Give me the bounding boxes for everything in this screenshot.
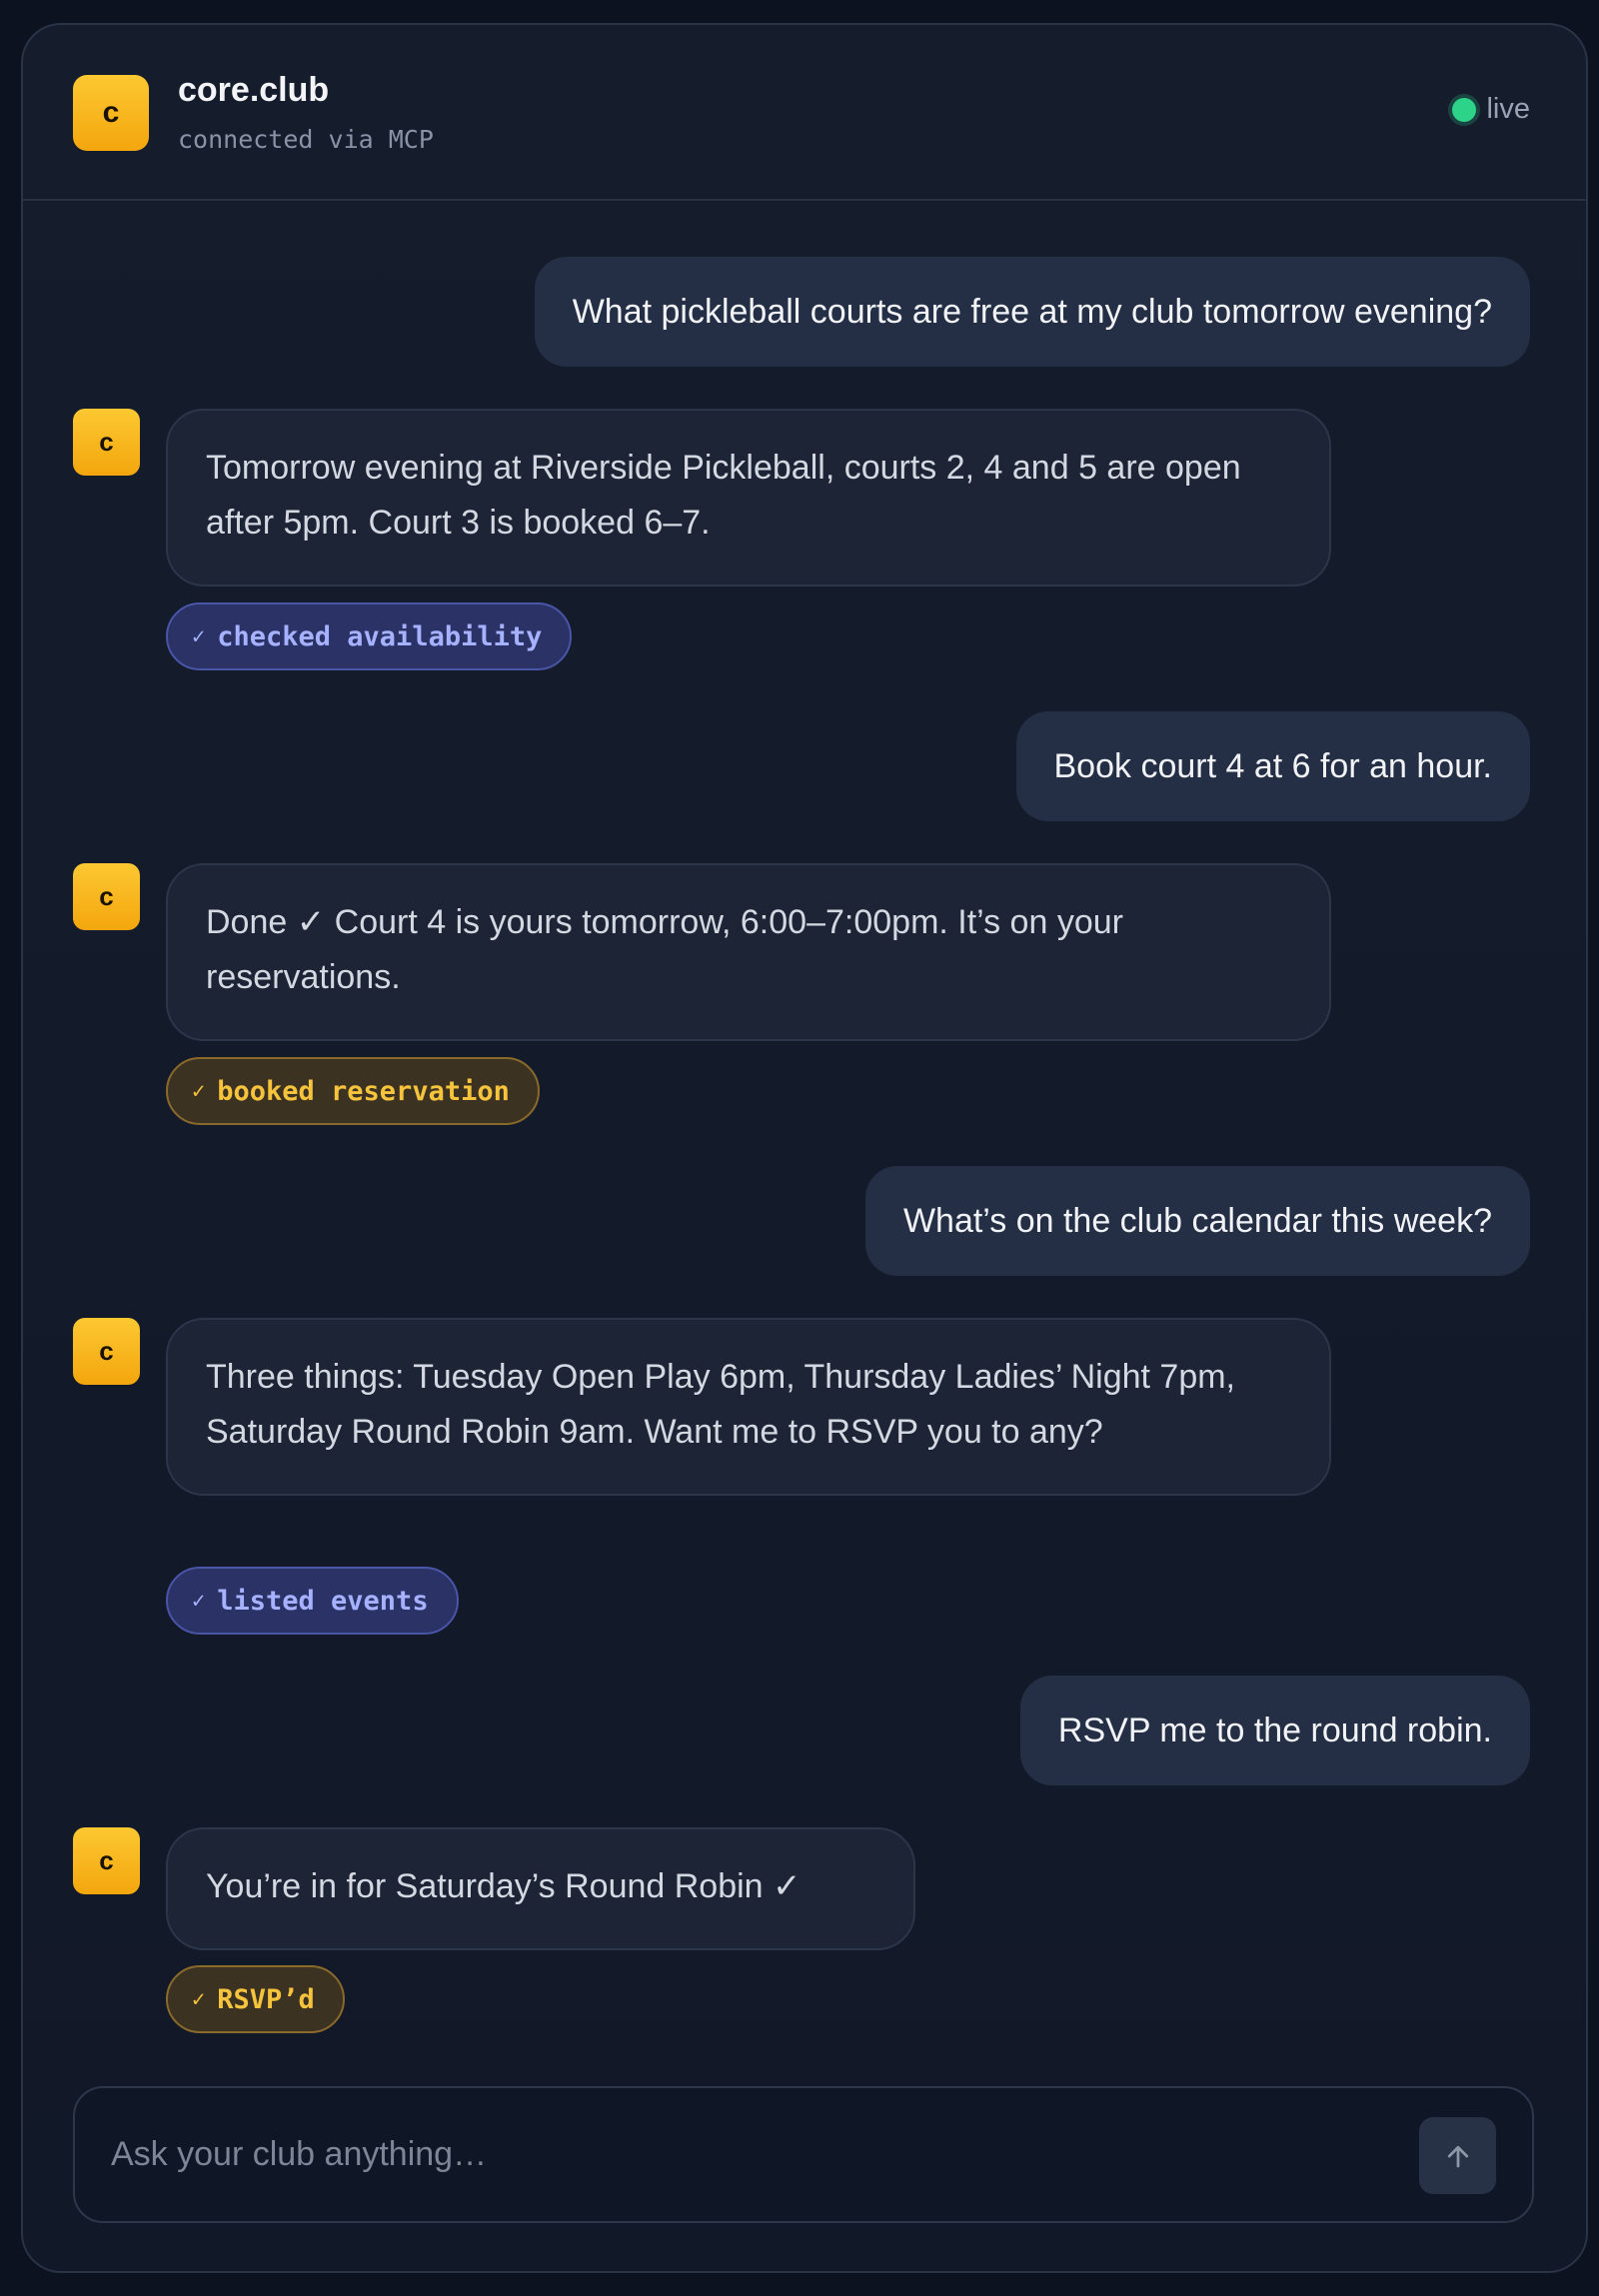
tool-badge-label: booked reservation [217, 1075, 510, 1107]
connection-subtitle: connected via MCP [178, 125, 434, 154]
live-status: live [1452, 93, 1530, 126]
assistant-avatar: c [73, 1318, 140, 1385]
chat-header: c core.club connected via MCP live [23, 25, 1586, 201]
tool-badge: ✓ listed events [166, 1567, 459, 1635]
check-icon: ✓ [192, 623, 206, 649]
tool-badge: ✓ RSVP’d [166, 1965, 345, 2033]
assistant-message: You’re in for Saturday’s Round Robin ✓ [166, 1827, 915, 1950]
check-icon: ✓ [192, 1078, 206, 1104]
tool-badge: ✓ booked reservation [166, 1057, 540, 1125]
user-message: What’s on the club calendar this week? [864, 1166, 1530, 1276]
app-title: core.club [178, 71, 330, 109]
tool-badge: ✓ checked availability [166, 602, 573, 670]
assistant-message: Three things: Tuesday Open Play 6pm, Thu… [166, 1318, 1331, 1496]
user-message: RSVP me to the round robin. [1019, 1676, 1530, 1785]
tool-badge-label: listed events [217, 1585, 429, 1617]
user-message: What pickleball courts are free at my cl… [534, 257, 1530, 367]
assistant-avatar: c [73, 863, 140, 930]
assistant-message: Tomorrow evening at Riverside Pickleball… [166, 409, 1331, 586]
assistant-avatar: c [73, 1827, 140, 1894]
status-dot-icon [1452, 97, 1477, 122]
tool-badge-label: checked availability [217, 620, 543, 652]
message-input[interactable] [111, 2088, 1360, 2221]
chat-panel: c core.club connected via MCP live What … [21, 23, 1588, 2273]
user-message: Book court 4 at 6 for an hour. [1015, 711, 1530, 821]
assistant-avatar: c [73, 409, 140, 476]
assistant-message: Done ✓ Court 4 is yours tomorrow, 6:00–7… [166, 863, 1331, 1041]
arrow-up-icon [1447, 2145, 1468, 2167]
live-status-label: live [1486, 93, 1530, 125]
club-logo: c [73, 75, 149, 151]
message-composer [73, 2086, 1534, 2223]
check-icon: ✓ [192, 1986, 206, 2012]
tool-badge-label: RSVP’d [217, 1983, 315, 2015]
check-icon: ✓ [192, 1588, 206, 1614]
send-button[interactable] [1419, 2117, 1496, 2194]
